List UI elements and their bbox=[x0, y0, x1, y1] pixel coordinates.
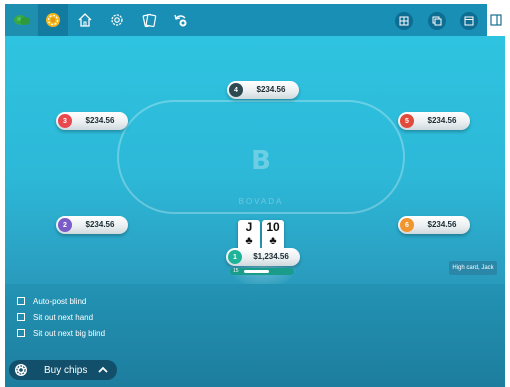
poker-table-window: B BOVADA 4 $234.56 3 $234.56 5 $234.56 2… bbox=[5, 4, 505, 387]
card-rank: 10 bbox=[266, 220, 280, 234]
option-label: Sit out next hand bbox=[33, 312, 94, 322]
chip-icon bbox=[15, 364, 27, 376]
window-icon bbox=[464, 16, 474, 26]
checkbox-icon[interactable] bbox=[17, 329, 25, 337]
exit-icon bbox=[490, 14, 502, 26]
seat-stack: $234.56 bbox=[427, 220, 457, 229]
hole-card: 10 ♣ bbox=[262, 220, 284, 251]
grid-icon bbox=[399, 16, 409, 26]
buy-chips-button[interactable]: Buy chips bbox=[9, 360, 117, 380]
chevron-up-icon bbox=[98, 366, 108, 373]
grid-view-button[interactable] bbox=[395, 12, 413, 30]
undo-icon bbox=[174, 14, 187, 27]
hero-seat[interactable]: 1 $1,234.56 bbox=[226, 248, 300, 266]
seat-stack: $234.56 bbox=[85, 220, 115, 229]
seat-5[interactable]: 5 $234.56 bbox=[398, 112, 470, 130]
hand-history-button[interactable] bbox=[134, 4, 164, 36]
card-rank: J bbox=[245, 220, 253, 234]
hero-stack: $1,234.56 bbox=[253, 252, 289, 261]
home-icon bbox=[78, 13, 92, 27]
sit-out-next-hand-option[interactable]: Sit out next hand bbox=[17, 311, 93, 323]
seat-stack: $234.56 bbox=[85, 116, 115, 125]
hole-card: J ♣ bbox=[238, 220, 260, 251]
gear-icon bbox=[111, 14, 123, 26]
option-label: Auto-post blind bbox=[33, 296, 87, 306]
settings-button[interactable] bbox=[102, 4, 132, 36]
seat-number-badge: 4 bbox=[229, 83, 243, 97]
seat-number-badge: 6 bbox=[400, 218, 414, 232]
seat-2[interactable]: 2 $234.56 bbox=[56, 216, 128, 234]
action-timer-label: 15 bbox=[233, 268, 239, 274]
hand-strength-badge: High card, Jack bbox=[449, 261, 497, 275]
seat-3[interactable]: 3 $234.56 bbox=[56, 112, 128, 130]
multi-table-button[interactable] bbox=[428, 12, 446, 30]
chips-icon bbox=[46, 13, 60, 27]
seat-stack: $234.56 bbox=[256, 85, 286, 94]
table-logo-letter: B bbox=[251, 146, 271, 176]
buy-chips-label: Buy chips bbox=[44, 364, 88, 376]
auto-post-blind-option[interactable]: Auto-post blind bbox=[17, 295, 86, 307]
club-suit-icon: ♣ bbox=[245, 235, 253, 247]
table-logo-text: BOVADA bbox=[238, 197, 284, 206]
action-timer: 15 bbox=[230, 268, 294, 275]
club-suit-icon: ♣ bbox=[269, 235, 277, 247]
lobby-button[interactable] bbox=[7, 4, 37, 36]
checkbox-icon[interactable] bbox=[17, 297, 25, 305]
option-label: Sit out next big blind bbox=[33, 328, 106, 338]
top-toolbar bbox=[5, 4, 505, 36]
home-button[interactable] bbox=[70, 4, 100, 36]
window-mode-button[interactable] bbox=[460, 12, 478, 30]
seat-number-badge: 2 bbox=[58, 218, 72, 232]
leave-table-button[interactable] bbox=[487, 4, 505, 36]
tables-icon bbox=[432, 16, 442, 26]
seat-number-badge: 5 bbox=[400, 114, 414, 128]
lobby-icon bbox=[14, 15, 30, 25]
action-timer-fill bbox=[244, 270, 269, 273]
seat-number-badge: 3 bbox=[58, 114, 72, 128]
seat-4[interactable]: 4 $234.56 bbox=[227, 81, 299, 99]
seat-6[interactable]: 6 $234.56 bbox=[398, 216, 470, 234]
rebuy-button[interactable] bbox=[166, 4, 196, 36]
seat-stack: $234.56 bbox=[427, 116, 457, 125]
cards-icon bbox=[142, 13, 157, 28]
checkbox-icon[interactable] bbox=[17, 313, 25, 321]
chips-button[interactable] bbox=[38, 4, 68, 36]
seat-number-badge: 1 bbox=[228, 250, 242, 264]
sit-out-next-big-blind-option[interactable]: Sit out next big blind bbox=[17, 327, 105, 339]
